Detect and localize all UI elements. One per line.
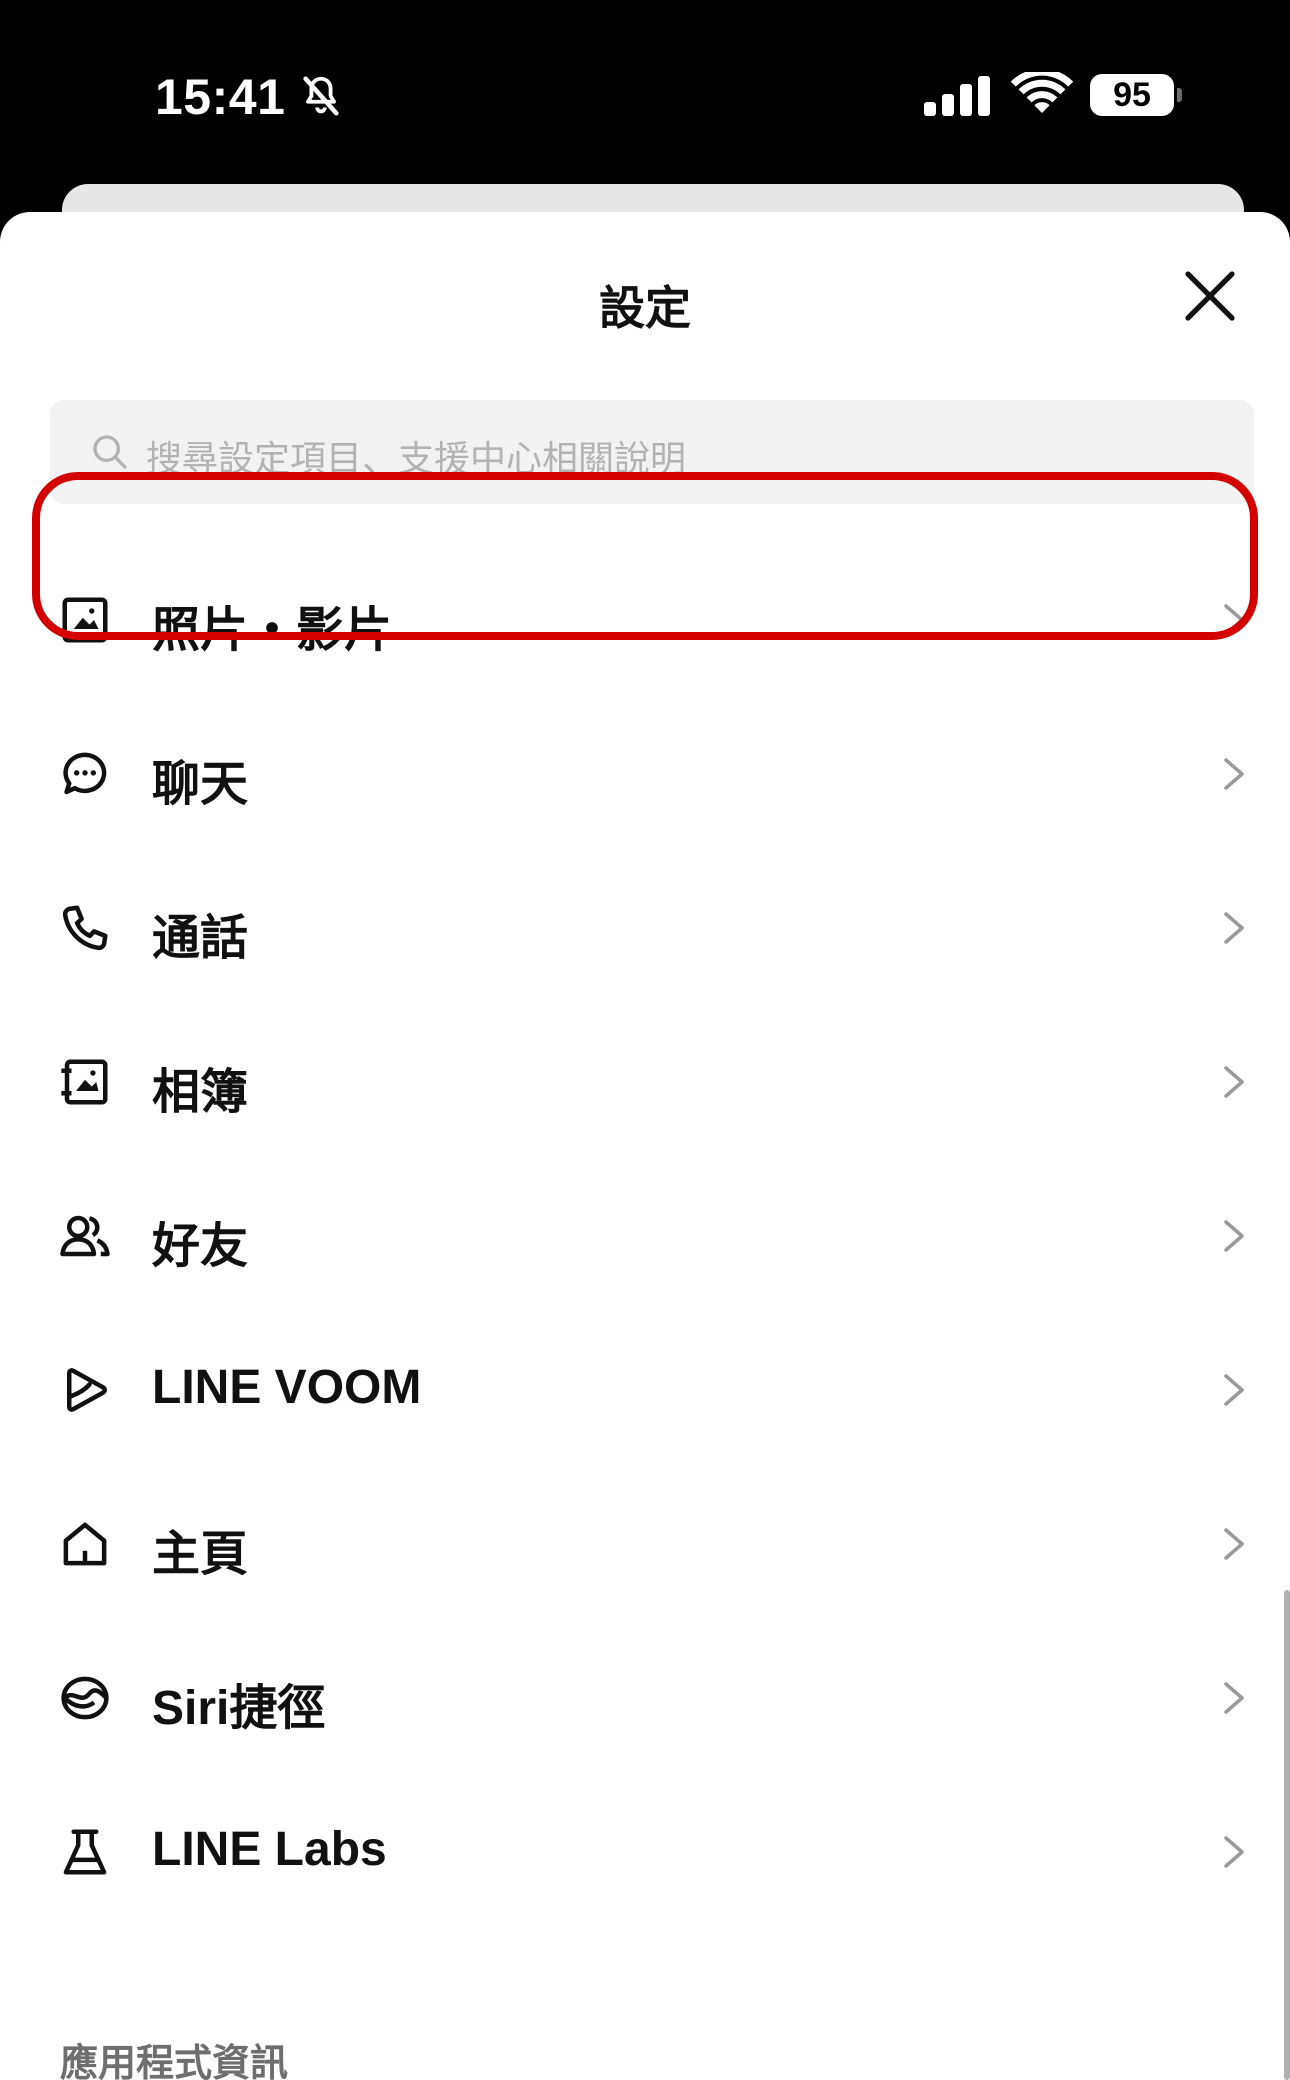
menu-item-label: 照片・影片 bbox=[152, 604, 393, 657]
menu-item-label: 好友 bbox=[152, 1220, 249, 1273]
menu-item-label: 主頁 bbox=[152, 1528, 249, 1581]
chevron-right-icon bbox=[1224, 1528, 1244, 1560]
menu-item-label: 相簿 bbox=[152, 1066, 249, 1119]
photo-icon bbox=[62, 597, 108, 643]
chevron-right-icon bbox=[1224, 1220, 1244, 1252]
menu-item-label: 聊天 bbox=[152, 758, 249, 811]
phone-icon bbox=[62, 905, 108, 951]
menu-item-photos-videos[interactable]: 照片・影片 bbox=[0, 542, 1290, 696]
settings-menu-list: 照片・影片 聊天 通話 相簿 好友 LINE VOOM 主頁 Siri捷徑 LI… bbox=[0, 542, 1290, 1928]
chevron-right-icon bbox=[1224, 1374, 1244, 1406]
chevron-right-icon bbox=[1224, 1066, 1244, 1098]
chat-bubble-icon bbox=[63, 752, 107, 795]
section-header-app-info: 應用程式資訊 bbox=[60, 2043, 289, 2080]
cellular-signal-icon bbox=[924, 76, 990, 116]
status-time: 15:41 bbox=[155, 69, 286, 125]
flask-icon bbox=[63, 1829, 107, 1875]
menu-item-chat[interactable]: 聊天 bbox=[0, 696, 1290, 850]
search-placeholder: 搜尋設定項目、支援中心相關說明 bbox=[146, 438, 687, 479]
siri-shortcut-icon bbox=[61, 1676, 109, 1720]
status-bar: 15:41 95 bbox=[0, 0, 1290, 185]
voom-play-icon bbox=[67, 1368, 107, 1412]
menu-item-siri-shortcuts[interactable]: Siri捷徑 bbox=[0, 1620, 1290, 1774]
menu-item-line-voom[interactable]: LINE VOOM bbox=[0, 1312, 1290, 1466]
chevron-right-icon bbox=[1224, 1682, 1244, 1714]
close-icon[interactable] bbox=[1180, 266, 1240, 326]
menu-item-home[interactable]: 主頁 bbox=[0, 1466, 1290, 1620]
menu-item-label: LINE Labs bbox=[152, 1823, 387, 1876]
chevron-right-icon bbox=[1224, 758, 1244, 790]
menu-item-friends[interactable]: 好友 bbox=[0, 1158, 1290, 1312]
home-icon bbox=[63, 1522, 107, 1566]
menu-item-calls[interactable]: 通話 bbox=[0, 850, 1290, 1004]
menu-item-album[interactable]: 相簿 bbox=[0, 1004, 1290, 1158]
menu-item-label: LINE VOOM bbox=[152, 1361, 422, 1414]
search-input[interactable]: 搜尋設定項目、支援中心相關說明 bbox=[50, 400, 1254, 504]
chevron-right-icon bbox=[1224, 604, 1244, 636]
search-icon bbox=[93, 435, 127, 469]
chevron-right-icon bbox=[1224, 1836, 1244, 1868]
wifi-icon bbox=[1010, 72, 1074, 113]
chevron-right-icon bbox=[1224, 912, 1244, 944]
scroll-indicator[interactable] bbox=[1284, 1590, 1290, 2080]
menu-item-line-labs[interactable]: LINE Labs bbox=[0, 1774, 1290, 1928]
menu-item-label: Siri捷徑 bbox=[152, 1682, 326, 1735]
settings-sheet: 設定 搜尋設定項目、支援中心相關說明 照片・影片 聊天 通話 相簿 好友 LIN… bbox=[0, 212, 1290, 2080]
battery-indicator: 95 bbox=[1090, 74, 1174, 116]
page-title: 設定 bbox=[599, 282, 691, 334]
bell-muted-icon bbox=[303, 76, 339, 116]
menu-item-label: 通話 bbox=[152, 912, 249, 965]
friends-icon bbox=[60, 1215, 110, 1257]
battery-cap bbox=[1177, 88, 1182, 102]
album-icon bbox=[61, 1059, 108, 1105]
